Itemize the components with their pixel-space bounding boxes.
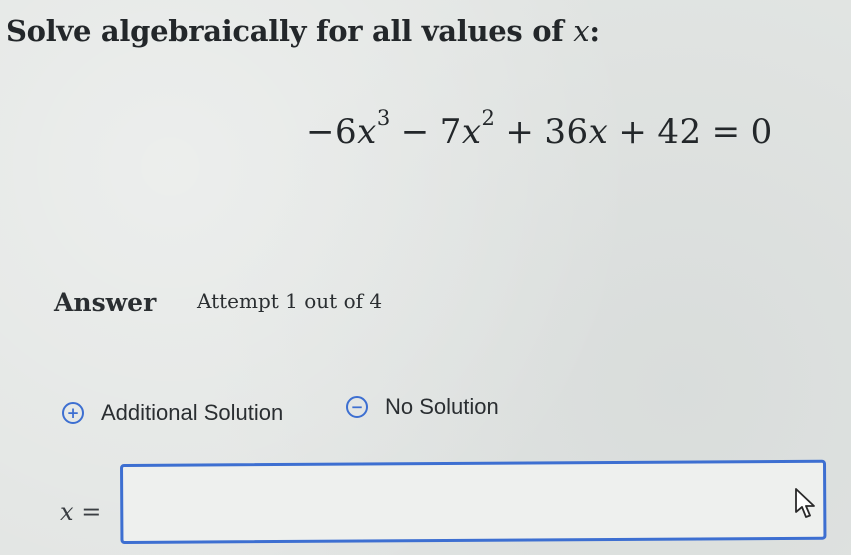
equation-term2-exp: 2: [481, 106, 496, 130]
additional-solution-button[interactable]: + Additional Solution: [62, 400, 283, 426]
equation-term2-var: x: [461, 112, 482, 152]
mouse-pointer-icon: [795, 488, 815, 518]
equation-term1-coef: −6: [306, 112, 358, 152]
answer-variable-label: x =: [60, 498, 101, 526]
question-page: Solve algebraically for all values of x:…: [0, 0, 851, 555]
minus-circle-icon: −: [346, 396, 368, 418]
additional-solution-label: Additional Solution: [101, 400, 284, 425]
equation-term2-coef: 7: [439, 112, 462, 152]
equation: −6x3−7x2 +36x +42 = 0: [306, 108, 773, 153]
equation-op2: +: [505, 112, 535, 152]
equation-term3-var: x: [588, 112, 609, 152]
no-solution-button[interactable]: − No Solution: [346, 394, 499, 420]
equation-op3: +: [618, 112, 648, 152]
question-colon: :: [589, 14, 600, 48]
equation-term3-coef: 36: [544, 112, 589, 152]
equation-op1: −: [400, 112, 430, 152]
answer-input[interactable]: [120, 459, 827, 544]
answer-variable: x: [60, 498, 74, 526]
plus-circle-icon: +: [62, 402, 84, 424]
no-solution-label: No Solution: [385, 394, 499, 419]
equation-term1-exp: 3: [376, 106, 391, 130]
question-prompt-text: Solve algebraically for all values of: [6, 14, 574, 48]
question-variable: x: [573, 14, 590, 48]
equation-constant: 42: [657, 112, 702, 152]
answer-equals: =: [81, 498, 102, 526]
equation-rhs: 0: [750, 112, 773, 152]
attempt-counter: Attempt 1 out of 4: [197, 289, 383, 313]
equation-equals: =: [711, 112, 741, 152]
question-prompt: Solve algebraically for all values of x:: [6, 14, 600, 48]
equation-term1-var: x: [357, 112, 377, 152]
answer-label: Answer: [54, 288, 157, 317]
